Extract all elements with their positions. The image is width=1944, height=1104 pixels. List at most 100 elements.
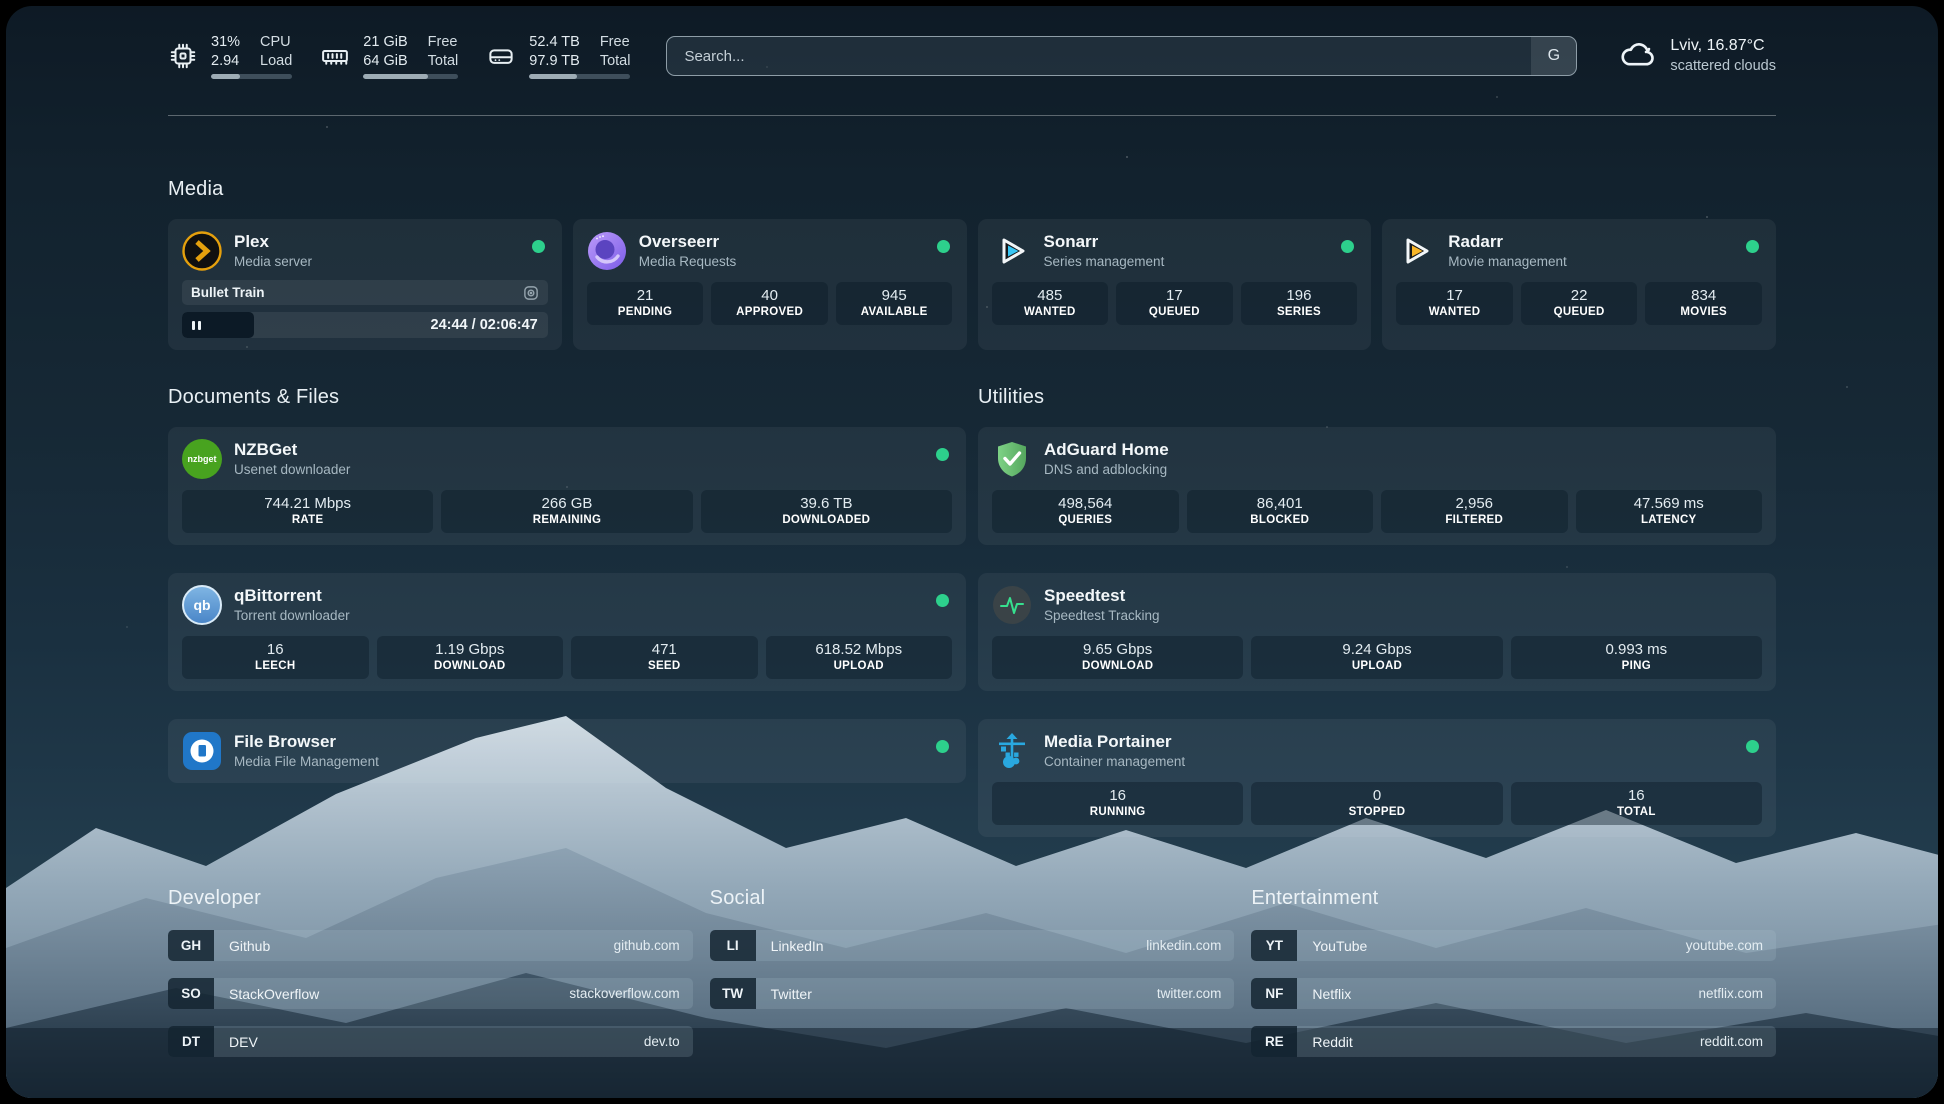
status-dot <box>936 594 949 607</box>
bookmark-twitter[interactable]: TW Twitter twitter.com <box>710 978 1235 1009</box>
memory-icon <box>320 41 350 71</box>
service-card-nzbget[interactable]: nzbget NZBGet Usenet downloader 744.21 M… <box>168 427 966 545</box>
section-title-entertainment: Entertainment <box>1251 887 1776 910</box>
stat-ping: 0.993 msPING <box>1511 636 1762 679</box>
disk-widget: 52.4 TB 97.9 TB Free Total <box>486 33 630 80</box>
weather-location-temp: Lviv, 16.87°C <box>1670 35 1776 57</box>
session-icon <box>523 285 539 301</box>
cpu-progressbar <box>211 74 292 79</box>
bookmark-linkedin[interactable]: LI LinkedIn linkedin.com <box>710 930 1235 961</box>
stat-remaining: 266 GBREMAINING <box>441 490 692 533</box>
bookmark-abbr: YT <box>1251 930 1297 961</box>
cpu-percent: 31% <box>211 33 240 52</box>
cpu-widget: 31% 2.94 CPU Load <box>168 33 292 80</box>
pause-icon <box>192 321 195 330</box>
cloud-icon <box>1619 39 1657 74</box>
bookmark-group-developer: Developer GH Github github.com SO StackO… <box>168 887 693 1074</box>
bookmark-url: github.com <box>614 930 693 961</box>
portainer-icon <box>992 731 1032 771</box>
bookmark-reddit[interactable]: RE Reddit reddit.com <box>1251 1026 1776 1057</box>
service-name: Plex <box>234 231 312 252</box>
bookmark-name: StackOverflow <box>214 978 319 1009</box>
service-card-speedtest[interactable]: Speedtest Speedtest Tracking 9.65 GbpsDO… <box>978 573 1776 691</box>
cpu-load-label: Load <box>260 52 292 71</box>
bookmark-youtube[interactable]: YT YouTube youtube.com <box>1251 930 1776 961</box>
search-bar: G <box>666 36 1577 76</box>
service-name: NZBGet <box>234 439 350 460</box>
service-card-adguard[interactable]: AdGuard Home DNS and adblocking 498,564Q… <box>978 427 1776 545</box>
top-bar: 31% 2.94 CPU Load <box>168 30 1776 82</box>
service-card-radarr[interactable]: Radarr Movie management 17WANTED 22QUEUE… <box>1382 219 1776 350</box>
disk-progressbar <box>529 74 630 79</box>
bookmark-name: DEV <box>214 1026 258 1057</box>
service-description: Container management <box>1044 753 1185 771</box>
status-dot <box>1746 240 1759 253</box>
stat-movies: 834MOVIES <box>1645 282 1762 325</box>
disk-free-label: Free <box>600 33 631 52</box>
bookmark-group-entertainment: Entertainment YT YouTube youtube.com NF … <box>1251 887 1776 1074</box>
bookmark-url: netflix.com <box>1698 978 1776 1009</box>
stat-approved: 40APPROVED <box>711 282 828 325</box>
dashboard-screen: 31% 2.94 CPU Load <box>6 6 1938 1098</box>
bookmark-url: dev.to <box>644 1026 693 1057</box>
service-card-sonarr[interactable]: Sonarr Series management 485WANTED 17QUE… <box>978 219 1372 350</box>
bookmark-name: Github <box>214 930 270 961</box>
service-name: File Browser <box>234 731 379 752</box>
service-card-overseerr[interactable]: Overseerr Media Requests 21PENDING 40APP… <box>573 219 967 350</box>
stat-seed: 471SEED <box>571 636 758 679</box>
documents-column: Documents & Files nzbget NZBGet Usenet d… <box>168 386 966 837</box>
memory-progressbar <box>363 74 458 79</box>
memory-widget: 21 GiB 64 GiB Free Total <box>320 33 458 80</box>
search-input[interactable] <box>667 37 1531 75</box>
service-card-qbittorrent[interactable]: qb qBittorrent Torrent downloader 16LEEC… <box>168 573 966 691</box>
service-description: Media Requests <box>639 253 737 271</box>
bookmark-abbr: SO <box>168 978 214 1009</box>
memory-total-label: Total <box>428 52 459 71</box>
status-dot <box>532 240 545 253</box>
bookmark-abbr: RE <box>1251 1026 1297 1057</box>
section-title-documents: Documents & Files <box>168 386 966 409</box>
service-name: qBittorrent <box>234 585 350 606</box>
stat-rate: 744.21 MbpsRATE <box>182 490 433 533</box>
bookmark-stackoverflow[interactable]: SO StackOverflow stackoverflow.com <box>168 978 693 1009</box>
stat-pending: 21PENDING <box>587 282 704 325</box>
service-description: DNS and adblocking <box>1044 461 1169 479</box>
bookmark-abbr: TW <box>710 978 756 1009</box>
bookmark-dev[interactable]: DT DEV dev.to <box>168 1026 693 1057</box>
stat-upload: 9.24 GbpsUPLOAD <box>1251 636 1502 679</box>
stat-queries: 498,564QUERIES <box>992 490 1179 533</box>
service-description: Usenet downloader <box>234 461 350 479</box>
disk-free-value: 52.4 TB <box>529 33 580 52</box>
service-description: Series management <box>1044 253 1165 271</box>
service-card-portainer[interactable]: Media Portainer Container management 16R… <box>978 719 1776 837</box>
service-card-filebrowser[interactable]: File Browser Media File Management <box>168 719 966 783</box>
now-playing-title: Bullet Train <box>191 285 265 300</box>
media-card-grid: Plex Media server Bullet Train <box>168 219 1776 350</box>
qbittorrent-icon: qb <box>182 585 222 625</box>
bookmark-url: stackoverflow.com <box>569 978 692 1009</box>
bookmark-github[interactable]: GH Github github.com <box>168 930 693 961</box>
service-card-plex[interactable]: Plex Media server Bullet Train <box>168 219 562 350</box>
service-name: Radarr <box>1448 231 1567 252</box>
bookmark-netflix[interactable]: NF Netflix netflix.com <box>1251 978 1776 1009</box>
service-description: Media server <box>234 253 312 271</box>
memory-total-value: 64 GiB <box>363 52 407 71</box>
disk-total-value: 97.9 TB <box>529 52 580 71</box>
stat-queued: 22QUEUED <box>1521 282 1638 325</box>
bookmark-url: twitter.com <box>1157 978 1235 1009</box>
filebrowser-icon <box>182 731 222 771</box>
bookmark-name: LinkedIn <box>756 930 824 961</box>
stat-download: 1.19 GbpsDOWNLOAD <box>377 636 564 679</box>
stat-queued: 17QUEUED <box>1116 282 1233 325</box>
overseerr-icon <box>587 231 627 271</box>
search-provider-button[interactable]: G <box>1531 37 1576 75</box>
status-dot <box>936 740 949 753</box>
stat-downloaded: 39.6 TBDOWNLOADED <box>701 490 952 533</box>
stat-download: 9.65 GbpsDOWNLOAD <box>992 636 1243 679</box>
cpu-label: CPU <box>260 33 292 52</box>
radarr-icon <box>1396 231 1436 271</box>
service-description: Media File Management <box>234 753 379 771</box>
cpu-load-value: 2.94 <box>211 52 240 71</box>
speedtest-icon <box>992 585 1032 625</box>
system-widgets: 31% 2.94 CPU Load <box>168 33 630 80</box>
